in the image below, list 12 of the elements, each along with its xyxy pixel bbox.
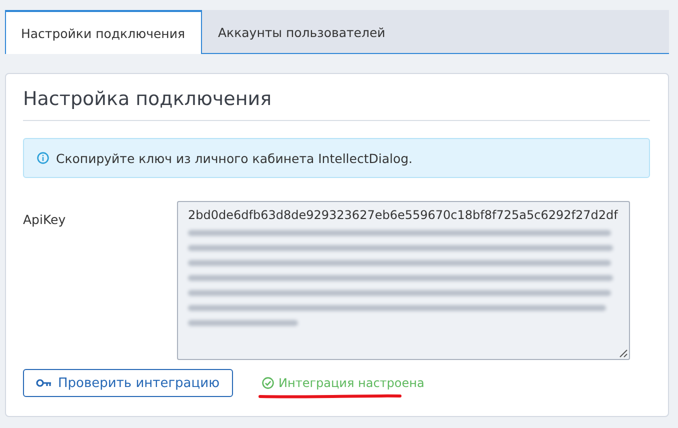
tab[interactable]: Настройки подключения [5,10,202,54]
info-icon [37,152,49,164]
resize-handle-icon[interactable] [619,349,628,358]
check-circle-icon [262,377,274,389]
key-icon [36,378,52,388]
field-label: ApiKey [23,211,67,229]
tab[interactable]: Аккаунты пользователей [202,10,402,53]
info-text: Скопируйте ключ из личного кабинета IntellectDialog. [56,150,413,166]
status-text: Интеграция настроена [278,376,424,390]
panel-title: Настройка подключения [23,88,650,121]
check-integration-button[interactable]: Проверить интеграцию [23,369,233,397]
api-key-field[interactable]: 2bd0de6dfb63d8de929323627eb6e559670c18bf8f725a5c6292f27d2df [177,201,630,360]
